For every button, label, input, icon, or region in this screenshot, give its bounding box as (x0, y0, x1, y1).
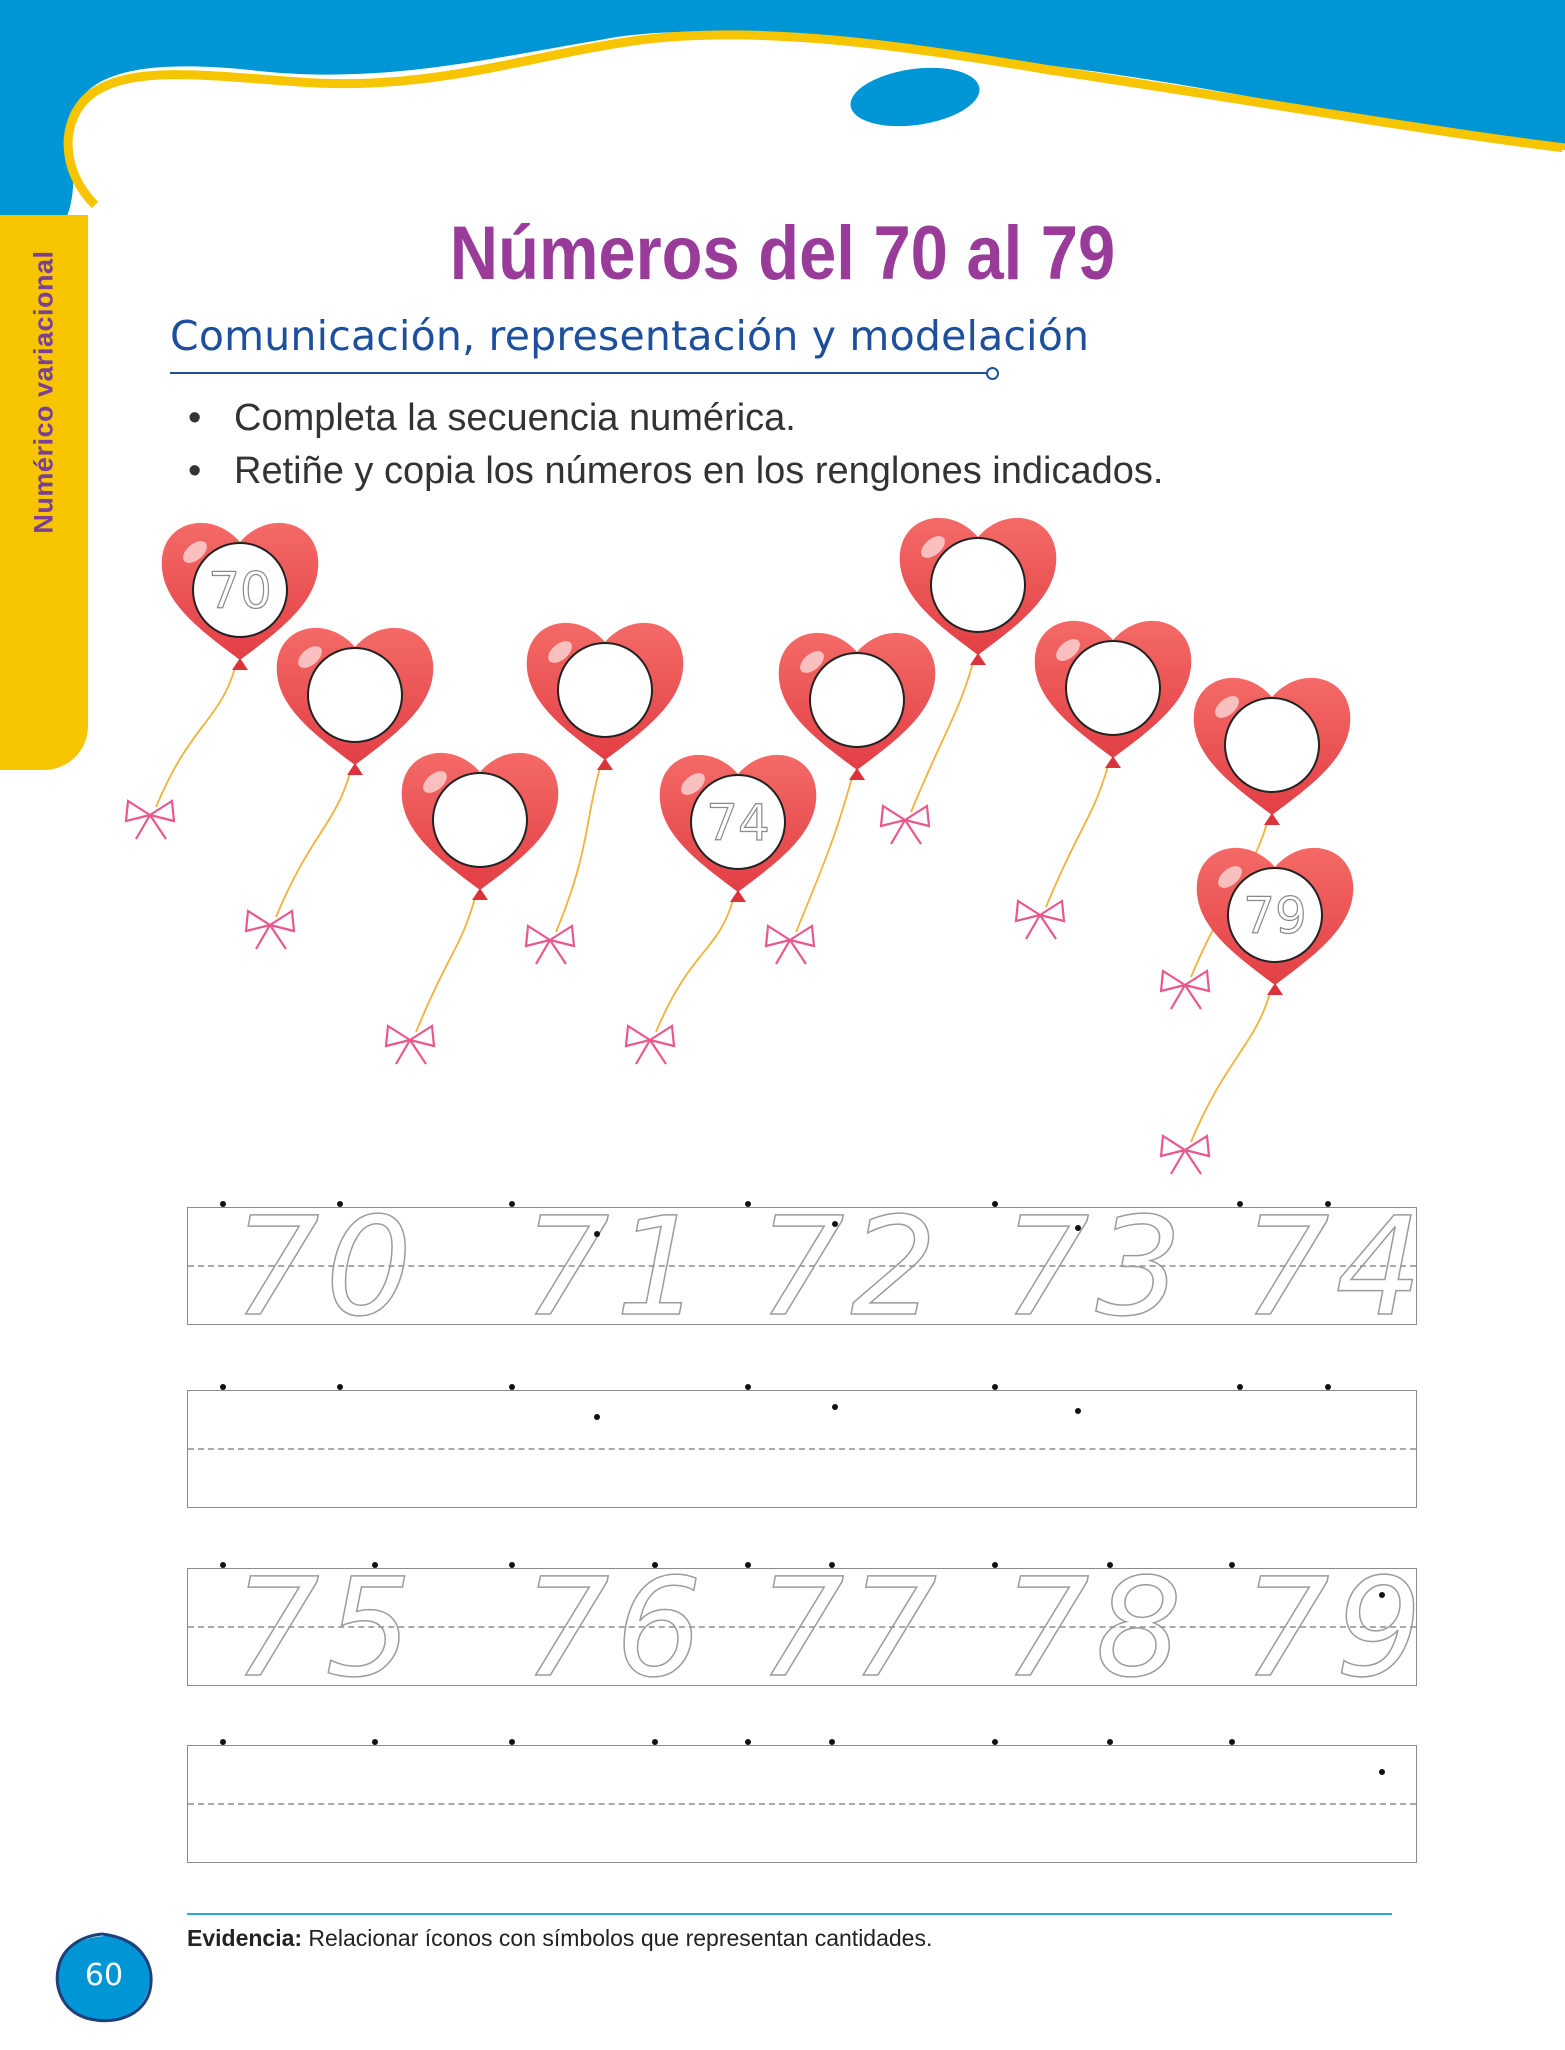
balloon-string (555, 767, 601, 933)
number-circle[interactable] (930, 537, 1026, 633)
start-dot (829, 1739, 835, 1745)
bow-icon (1159, 1134, 1211, 1175)
balloon-string (655, 899, 734, 1033)
trace-number: 77 (757, 1550, 944, 1708)
evidence-text: Evidencia: Relacionar íconos con símbolo… (187, 1925, 932, 1952)
trace-number: 74 (1242, 1189, 1429, 1347)
start-dot (1379, 1592, 1385, 1598)
trace-number: 78 (1002, 1550, 1189, 1708)
bow-icon (879, 804, 931, 845)
start-dot (509, 1201, 515, 1207)
balloon (384, 752, 559, 1065)
bow-icon (1014, 899, 1066, 940)
start-dot (1325, 1384, 1331, 1390)
start-dot (992, 1384, 998, 1390)
trace-number: 75 (232, 1550, 419, 1708)
bow-icon (124, 799, 176, 840)
start-dot (337, 1201, 343, 1207)
start-dot (652, 1562, 658, 1568)
start-dot (1229, 1562, 1235, 1568)
balloon: 79 (1159, 847, 1354, 1175)
writing-row-4[interactable] (187, 1745, 1417, 1863)
start-dot (832, 1404, 838, 1410)
footer-rule (187, 1913, 1392, 1915)
start-dot (1379, 1769, 1385, 1775)
balloon-string (275, 772, 351, 918)
start-dot (1237, 1201, 1243, 1207)
start-dot (1325, 1201, 1331, 1207)
trace-number: 71 (522, 1189, 709, 1347)
number-circle[interactable] (432, 772, 528, 868)
bow-icon (764, 924, 816, 965)
number-circle[interactable] (809, 652, 905, 748)
row-midline (188, 1448, 1416, 1450)
bow-icon (244, 909, 296, 950)
balloon-number: 74 (706, 794, 770, 852)
start-dot (220, 1384, 226, 1390)
start-dot (745, 1739, 751, 1745)
start-dot (220, 1562, 226, 1568)
bow-icon (624, 1024, 676, 1065)
writing-row-2[interactable] (187, 1390, 1417, 1508)
trace-number: 73 (1002, 1189, 1189, 1347)
balloon-string (155, 667, 236, 808)
evidence-description: Relacionar íconos con símbolos que repre… (302, 1925, 933, 1951)
bow-icon (384, 1024, 436, 1065)
start-dot (992, 1562, 998, 1568)
balloon-string (1190, 992, 1271, 1143)
worksheet-page: Numérico variacional Números del 70 al 7… (0, 0, 1565, 2050)
page-number: 60 (84, 1958, 124, 1993)
start-dot (509, 1562, 515, 1568)
number-circle[interactable] (1065, 640, 1161, 736)
start-dot (1075, 1408, 1081, 1414)
number-circle[interactable] (1224, 697, 1320, 793)
start-dot (992, 1201, 998, 1207)
balloons-illustration: 70 74 79 (124, 517, 1354, 1175)
start-dot (509, 1739, 515, 1745)
start-dot (509, 1384, 515, 1390)
start-dot (1229, 1739, 1235, 1745)
writing-row-1[interactable]: 70 71 72 73 74 (187, 1189, 1423, 1347)
start-dot (594, 1414, 600, 1420)
balloon-number: 70 (208, 562, 272, 620)
start-dot (1075, 1225, 1081, 1231)
number-circle[interactable] (307, 647, 403, 743)
start-dot (1107, 1562, 1113, 1568)
balloon: 74 (624, 754, 817, 1065)
writing-row-3[interactable]: 75 76 77 78 79 (187, 1550, 1423, 1708)
trace-number: 76 (522, 1550, 709, 1708)
start-dot (829, 1562, 835, 1568)
trace-number: 72 (757, 1189, 944, 1347)
start-dot (1107, 1739, 1113, 1745)
start-dot (1237, 1384, 1243, 1390)
start-dot (992, 1739, 998, 1745)
balloon-string (1045, 765, 1109, 908)
row-midline (188, 1803, 1416, 1805)
balloon-number: 79 (1243, 887, 1307, 945)
evidence-label: Evidencia: (187, 1925, 303, 1951)
bow-icon (524, 924, 576, 965)
trace-number: 79 (1242, 1550, 1429, 1708)
trace-number: 70 (232, 1189, 419, 1347)
balloon-string (415, 897, 476, 1033)
start-dot (832, 1221, 838, 1227)
balloon (1014, 620, 1192, 940)
start-dot (652, 1739, 658, 1745)
start-dot (372, 1739, 378, 1745)
start-dot (745, 1201, 751, 1207)
start-dot (372, 1562, 378, 1568)
start-dot (594, 1231, 600, 1237)
number-circle[interactable] (557, 642, 653, 738)
bow-icon (1159, 969, 1211, 1010)
start-dot (745, 1384, 751, 1390)
start-dot (337, 1384, 343, 1390)
start-dot (745, 1562, 751, 1568)
start-dot (220, 1201, 226, 1207)
start-dot (220, 1739, 226, 1745)
